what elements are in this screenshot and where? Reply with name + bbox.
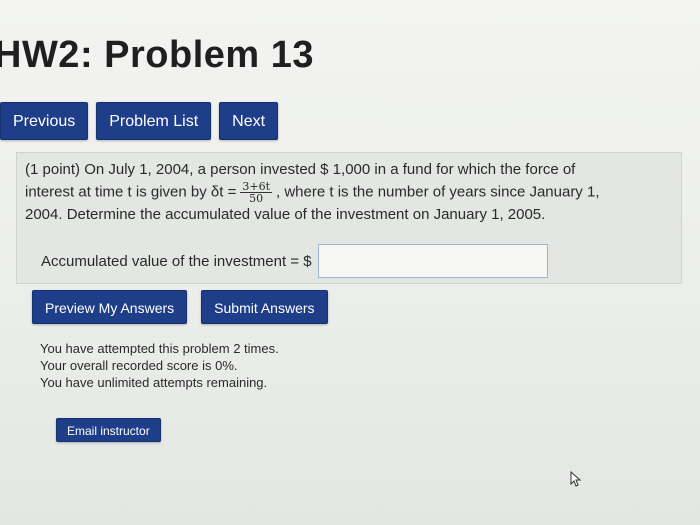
next-button[interactable]: Next: [219, 102, 279, 140]
answer-label: Accumulated value of the investment = $: [41, 252, 312, 270]
problem-panel: (1 point) On July 1, 2004, a person inve…: [16, 152, 682, 284]
problem-list-button[interactable]: Problem List: [96, 102, 212, 140]
answer-input[interactable]: [317, 244, 548, 278]
page-title: HW2: Problem 13: [0, 34, 315, 76]
problem-line-2-pre: interest at time t is given by δt =: [25, 183, 237, 201]
mouse-cursor-icon: [570, 470, 582, 487]
page: HW2: Problem 13 Previous Problem List Ne…: [0, 0, 700, 525]
previous-button[interactable]: Previous: [0, 102, 89, 140]
force-of-interest-fraction: 3+6t 50: [240, 181, 272, 204]
remaining-text: You have unlimited attempts remaining.: [40, 375, 268, 390]
attempt-status: You have attempted this problem 2 times.…: [40, 340, 279, 391]
problem-line-1: (1 point) On July 1, 2004, a person inve…: [25, 161, 576, 178]
submit-answers-button[interactable]: Submit Answers: [201, 290, 328, 324]
problem-line-2: interest at time t is given by δt = 3+6t 5…: [25, 181, 675, 204]
problem-nav: Previous Problem List Next: [0, 102, 279, 140]
email-instructor-button[interactable]: Email instructor: [56, 418, 161, 442]
problem-line-2-post: , where t is the number of years since J…: [276, 183, 600, 201]
preview-answers-button[interactable]: Preview My Answers: [32, 290, 188, 324]
answer-row: Accumulated value of the investment = $: [41, 244, 548, 278]
email-section: Email instructor: [56, 418, 161, 442]
problem-text: (1 point) On July 1, 2004, a person inve…: [25, 159, 675, 226]
answer-actions: Preview My Answers Submit Answers: [32, 290, 328, 324]
problem-line-3: 2004. Determine the accumulated value of…: [25, 206, 546, 223]
score-text: Your overall recorded score is 0%.: [40, 358, 238, 373]
fraction-denominator: 50: [249, 192, 264, 205]
attempts-text: You have attempted this problem 2 times.: [40, 341, 279, 356]
